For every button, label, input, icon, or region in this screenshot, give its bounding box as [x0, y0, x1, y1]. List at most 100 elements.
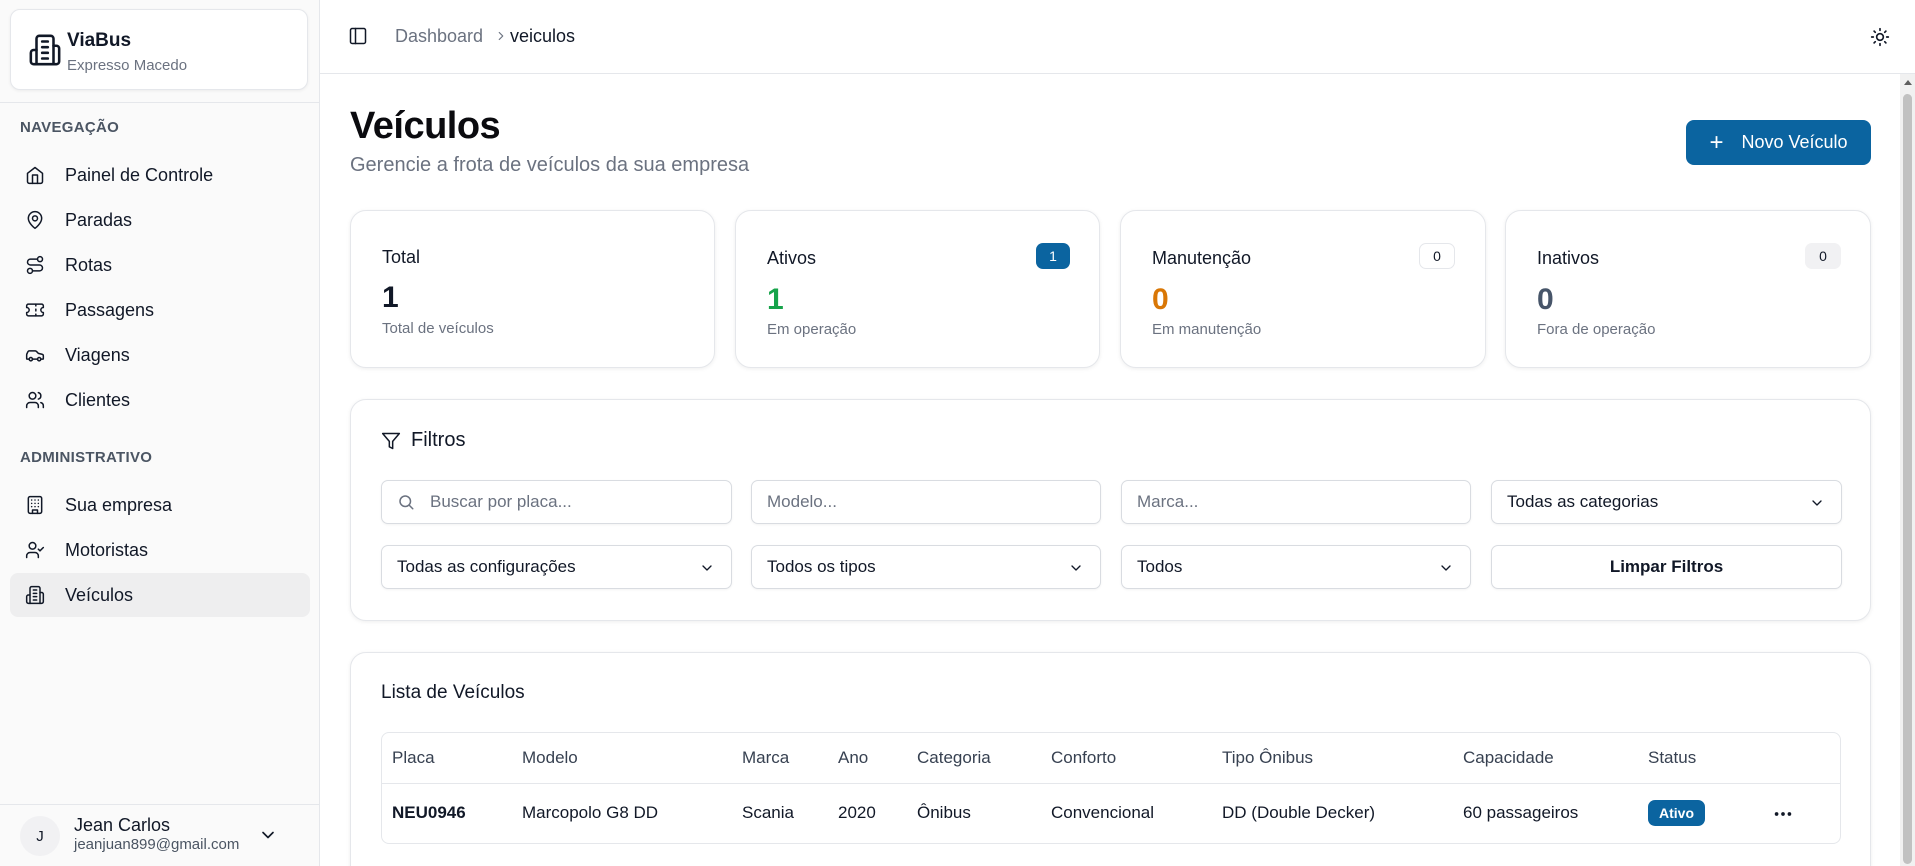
col-header-status[interactable]: Status — [1648, 748, 1696, 768]
count-badge: 0 — [1419, 243, 1455, 269]
sun-icon[interactable] — [1870, 27, 1890, 47]
filters-card: Filtros Todas as categorias Todas as con… — [350, 399, 1871, 621]
scroll-up-arrow-icon[interactable] — [1904, 80, 1912, 85]
stat-desc: Total de veículos — [382, 320, 494, 337]
sidebar-item-veiculos[interactable]: Veículos — [10, 573, 310, 617]
search-field[interactable] — [381, 480, 732, 524]
sidebar-item-rotas[interactable]: Rotas — [10, 243, 310, 287]
plus-icon: + — [1709, 128, 1724, 156]
sidebar-item-passagens[interactable]: Passagens — [10, 288, 310, 332]
sidebar-item-label: Paradas — [65, 209, 133, 230]
stat-desc: Fora de operação — [1537, 321, 1656, 338]
sidebar: ViaBus Expresso Macedo NAVEGAÇÃO Painel … — [0, 0, 320, 866]
scroll-thumb[interactable] — [1903, 94, 1912, 864]
model-field[interactable] — [751, 480, 1101, 524]
cell-placa: NEU0946 — [392, 803, 466, 822]
brand-subtitle: Expresso Macedo — [67, 57, 188, 74]
sidebar-item-painel[interactable]: Painel de Controle — [10, 153, 310, 197]
vehicle-list-card: Lista de Veículos Placa Modelo Marca Ano… — [350, 652, 1871, 866]
sidebar-item-label: Clientes — [65, 389, 131, 410]
page-scrollbar[interactable] — [1900, 74, 1915, 866]
filters-title: Filtros — [381, 429, 465, 452]
chevron-down-icon — [1812, 500, 1822, 506]
col-header-categoria[interactable]: Categoria — [917, 748, 991, 768]
status-select-value: Todos — [1137, 557, 1183, 576]
top-bar: Dashboard veiculos — [320, 0, 1915, 74]
bus-icon — [25, 585, 45, 605]
config-select-value: Todas as configurações — [397, 557, 576, 576]
sidebar-item-paradas[interactable]: Paradas — [10, 198, 310, 242]
cell-ano: 2020 — [838, 803, 876, 822]
col-header-capacidade[interactable]: Capacidade — [1463, 748, 1554, 768]
breadcrumb-current: veiculos — [510, 26, 576, 46]
stat-card-ativos: Ativos 1 1 Em operação — [735, 210, 1100, 368]
brand-input[interactable] — [1137, 492, 1470, 512]
page-title: Veículos — [350, 105, 501, 147]
sidebar-divider — [0, 102, 320, 103]
brand-field[interactable] — [1121, 480, 1471, 524]
chevron-right-icon — [498, 31, 504, 41]
chevron-down-icon — [1071, 565, 1081, 571]
stat-label: Inativos — [1537, 248, 1600, 268]
sidebar-item-motoristas[interactable]: Motoristas — [10, 528, 310, 572]
section-label-administrativo: ADMINISTRATIVO — [20, 449, 153, 466]
stat-desc: Em operação — [767, 321, 857, 338]
sidebar-item-label: Passagens — [65, 299, 155, 320]
brand-title: ViaBus — [67, 30, 132, 51]
cell-marca: Scania — [742, 803, 794, 822]
sidebar-item-label: Painel de Controle — [65, 164, 214, 185]
category-select-value: Todas as categorias — [1507, 492, 1659, 511]
stat-label: Manutenção — [1152, 248, 1252, 268]
user-check-icon — [25, 540, 45, 560]
col-header-tipo[interactable]: Tipo Ônibus — [1222, 748, 1313, 768]
col-header-conforto[interactable]: Conforto — [1051, 748, 1116, 768]
config-select[interactable]: Todas as configurações — [381, 545, 732, 589]
more-horizontal-icon[interactable] — [1772, 803, 1794, 825]
type-select-value: Todos os tipos — [767, 557, 876, 576]
model-input[interactable] — [767, 492, 1100, 512]
stat-value: 0 — [1537, 283, 1554, 316]
type-select[interactable]: Todos os tipos — [751, 545, 1101, 589]
col-header-placa[interactable]: Placa — [392, 748, 435, 768]
new-vehicle-button[interactable]: + Novo Veículo — [1686, 120, 1871, 165]
category-select[interactable]: Todas as categorias — [1491, 480, 1842, 524]
building-icon — [25, 495, 45, 515]
sidebar-item-label: Rotas — [65, 254, 113, 275]
brand-card[interactable]: ViaBus Expresso Macedo — [10, 9, 308, 90]
search-input[interactable] — [430, 492, 731, 512]
cell-conforto: Convencional — [1051, 803, 1155, 822]
chevron-down-icon[interactable] — [258, 825, 278, 845]
home-icon — [25, 165, 45, 185]
section-label-navegacao: NAVEGAÇÃO — [20, 119, 120, 136]
bus-logo-icon — [29, 34, 61, 66]
cell-tipo: DD (Double Decker) — [1222, 803, 1376, 822]
sidebar-toggle-icon[interactable] — [348, 26, 368, 46]
status-badge: Ativo — [1648, 800, 1705, 826]
avatar[interactable]: J — [20, 816, 60, 856]
stat-value: 0 — [1152, 283, 1169, 316]
sidebar-item-sua-empresa[interactable]: Sua empresa — [10, 483, 310, 527]
sidebar-item-viagens[interactable]: Viagens — [10, 333, 310, 377]
stat-desc: Em manutenção — [1152, 321, 1262, 338]
count-badge: 1 — [1036, 243, 1070, 269]
search-icon — [399, 495, 414, 510]
new-vehicle-label: Novo Veículo — [1741, 132, 1848, 152]
car-icon — [25, 345, 45, 365]
user-email: jeanjuan899@gmail.com — [74, 836, 240, 853]
stat-card-inativos: Inativos 0 0 Fora de operação — [1505, 210, 1871, 368]
breadcrumb-dashboard[interactable]: Dashboard — [395, 26, 483, 47]
col-header-ano[interactable]: Ano — [838, 748, 868, 768]
vehicle-table: Placa Modelo Marca Ano Categoria Confort… — [381, 732, 1841, 844]
col-header-modelo[interactable]: Modelo — [522, 748, 578, 768]
user-name[interactable]: Jean Carlos — [74, 815, 170, 836]
clear-filters-button[interactable]: Limpar Filtros — [1491, 545, 1842, 589]
col-header-marca[interactable]: Marca — [742, 748, 789, 768]
header-divider — [382, 783, 1840, 784]
sidebar-item-label: Viagens — [65, 344, 130, 365]
stat-label: Ativos — [767, 248, 817, 268]
stat-card-manutencao: Manutenção 0 0 Em manutenção — [1120, 210, 1486, 368]
sidebar-item-clientes[interactable]: Clientes — [10, 378, 310, 422]
filters-title-label: Filtros — [411, 429, 466, 451]
chevron-down-icon — [1441, 565, 1451, 571]
status-select[interactable]: Todos — [1121, 545, 1471, 589]
